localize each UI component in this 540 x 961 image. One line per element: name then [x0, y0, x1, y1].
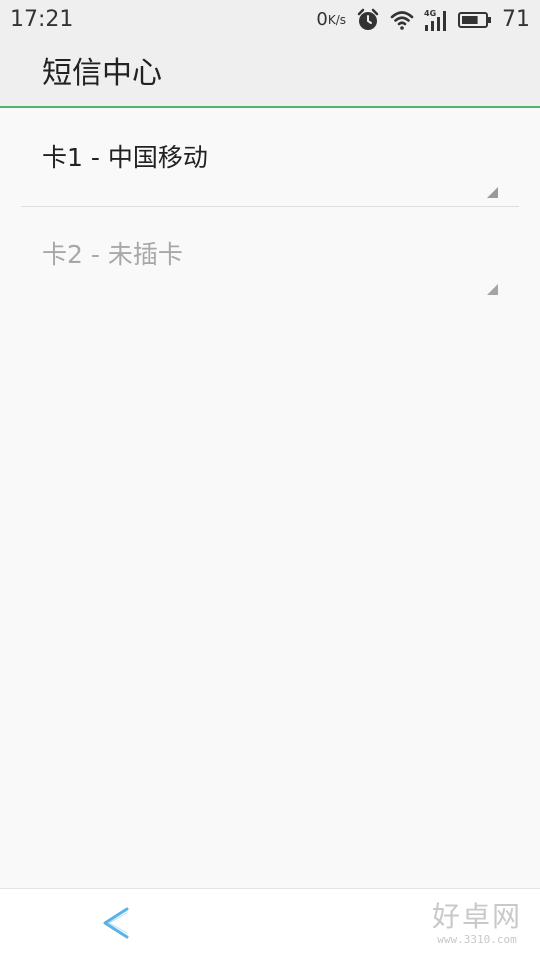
- bottom-navigation-bar: 好卓网 www.3310.com: [0, 888, 540, 961]
- network-speed-unit: K/s: [327, 13, 346, 27]
- network-speed: 0K/s: [316, 6, 346, 34]
- battery-level: 71: [502, 7, 530, 32]
- sim-card-1-dropdown[interactable]: 卡1 - 中国移动: [21, 110, 519, 207]
- network-speed-value: 0: [316, 9, 328, 30]
- watermark: 好卓网 www.3310.com: [422, 901, 532, 953]
- page-title: 短信中心: [42, 56, 162, 91]
- sim-card-2-dropdown: 卡2 - 未插卡: [21, 207, 519, 303]
- wifi-icon: [390, 8, 414, 32]
- status-bar: 17:21 0K/s 4G 71: [0, 0, 540, 40]
- status-time: 17:21: [10, 7, 74, 32]
- back-button[interactable]: [92, 903, 140, 947]
- watermark-name: 好卓网: [431, 900, 522, 933]
- sim-card-2-label: 卡2 - 未插卡: [42, 240, 183, 269]
- watermark-url: www.3310.com: [437, 933, 517, 946]
- back-chevron-icon: [99, 905, 133, 945]
- title-bar: 短信中心: [0, 40, 540, 108]
- svg-text:4G: 4G: [424, 9, 436, 18]
- battery-icon: [458, 8, 492, 32]
- 4g-signal-icon: 4G: [424, 8, 448, 32]
- dropdown-arrow-icon: [487, 183, 498, 198]
- alarm-icon: [356, 8, 380, 32]
- sim-card-1-label: 卡1 - 中国移动: [42, 143, 208, 172]
- dropdown-arrow-icon: [487, 280, 498, 295]
- status-icons: 0K/s 4G 71: [316, 6, 530, 34]
